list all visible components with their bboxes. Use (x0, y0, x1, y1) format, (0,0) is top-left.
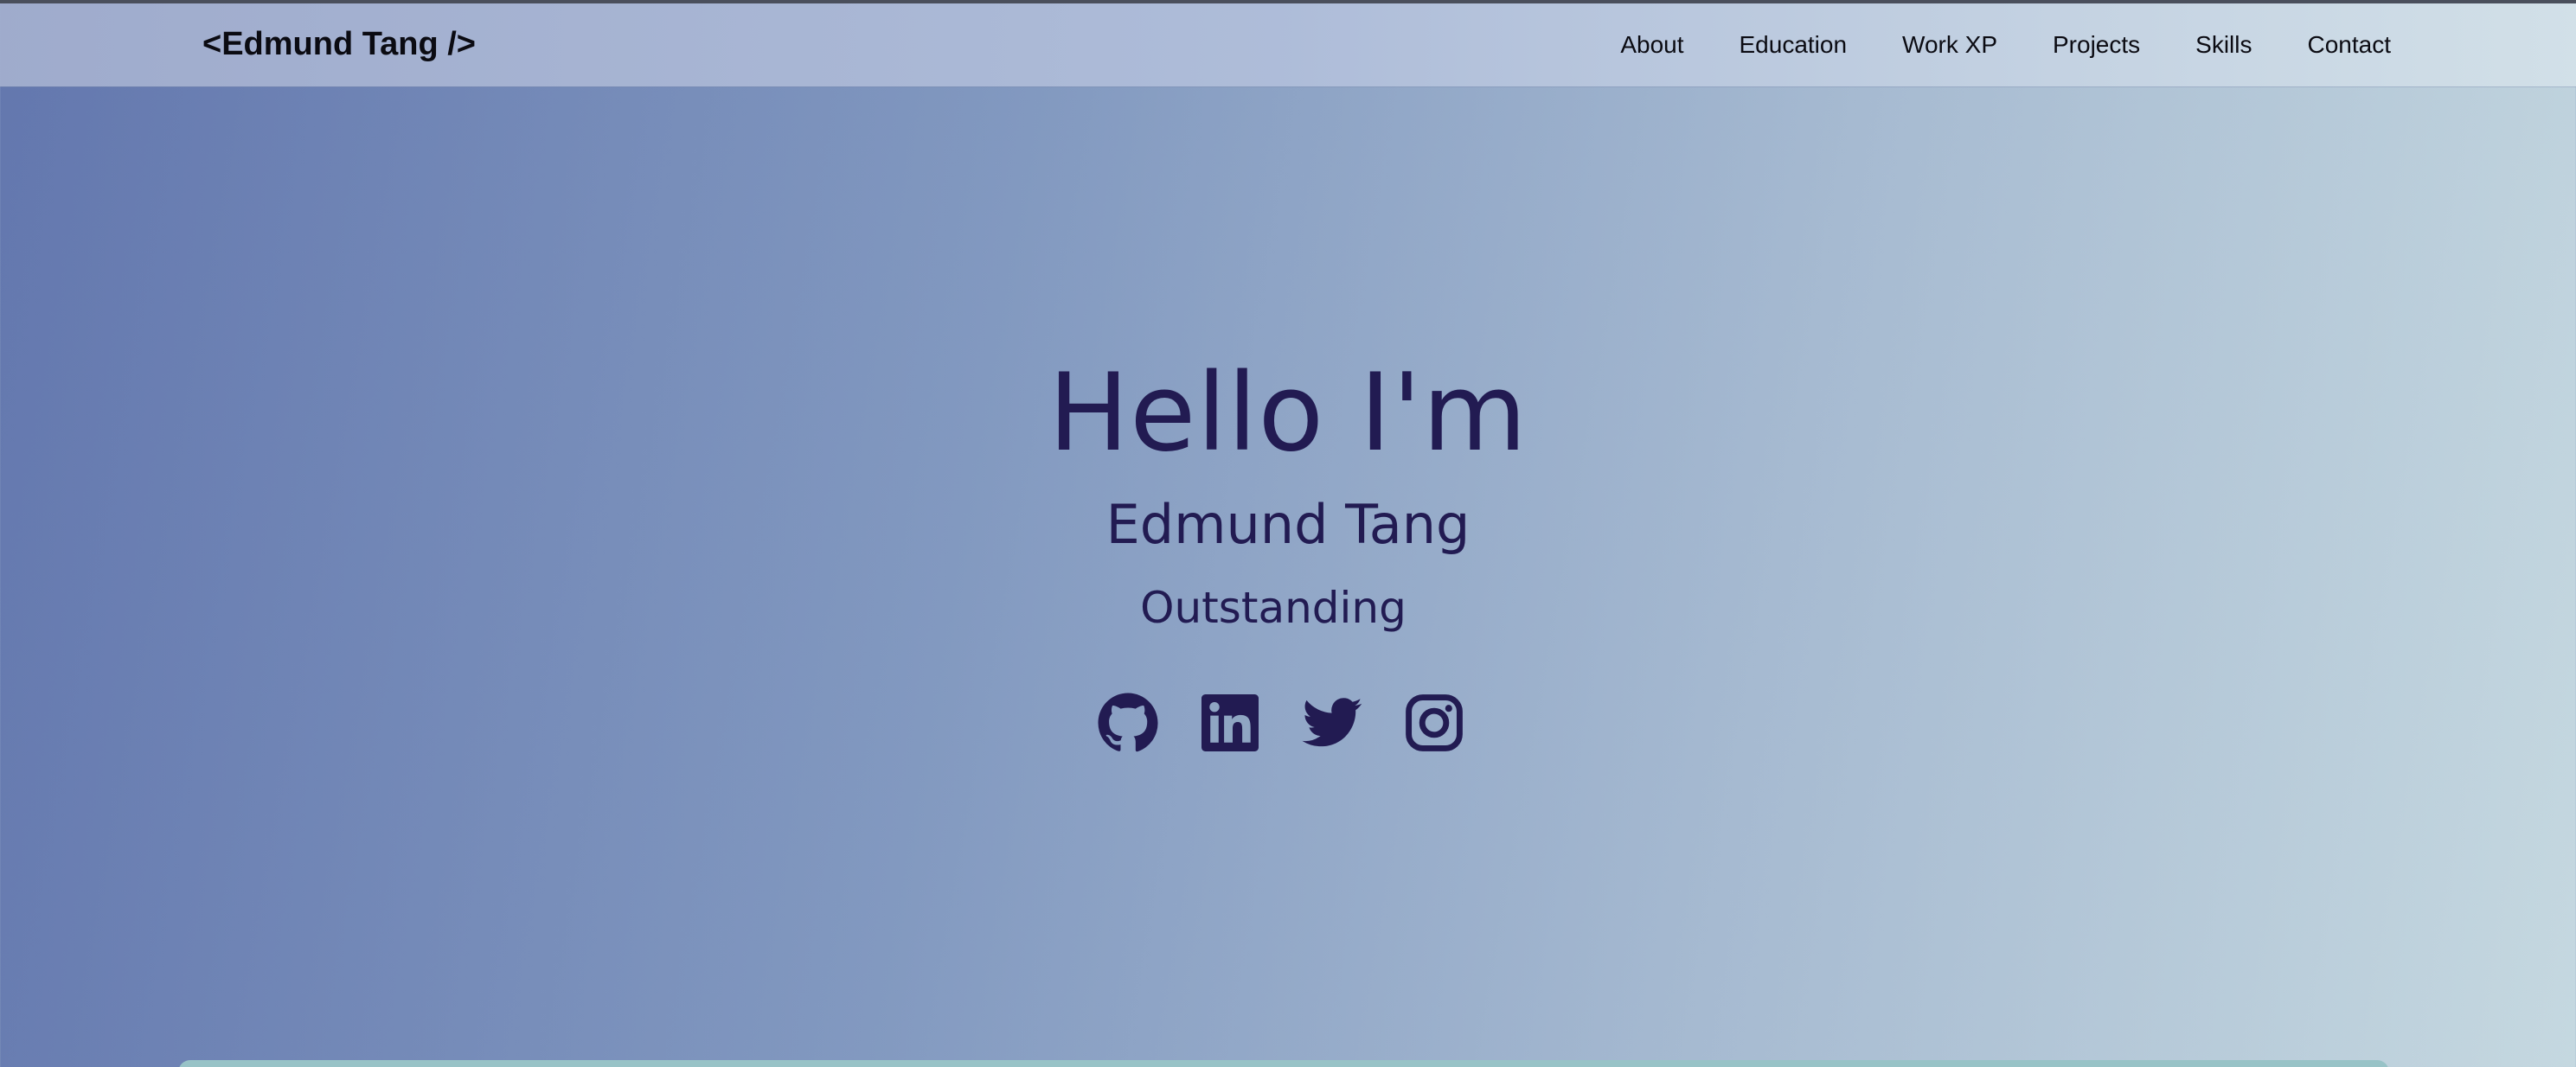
nav-links: About Education Work XP Projects Skills … (1620, 31, 2391, 59)
nav-link-education[interactable]: Education (1740, 31, 1848, 59)
instagram-link[interactable] (1403, 692, 1465, 754)
hero-tagline: Outstanding (1140, 583, 1407, 633)
hero-section: Hello I'm Edmund Tang Outstanding (0, 86, 2576, 1046)
twitter-icon (1302, 698, 1362, 747)
navbar: <Edmund Tang /> About Education Work XP … (0, 3, 2576, 86)
linkedin-link[interactable] (1199, 692, 1261, 754)
hero-name: Edmund Tang (1105, 493, 1471, 556)
nav-link-projects[interactable]: Projects (2053, 31, 2140, 59)
hero-greeting: Hello I'm (1048, 351, 1528, 476)
twitter-link[interactable] (1301, 692, 1363, 754)
nav-link-work-xp[interactable]: Work XP (1902, 31, 1997, 59)
instagram-icon (1406, 694, 1463, 751)
linkedin-icon (1201, 694, 1259, 751)
nav-link-skills[interactable]: Skills (2195, 31, 2252, 59)
nav-link-about[interactable]: About (1620, 31, 1683, 59)
social-links (1097, 692, 1465, 754)
nav-link-contact[interactable]: Contact (2308, 31, 2392, 59)
next-section-card (178, 1060, 2389, 1067)
github-icon (1098, 693, 1158, 752)
github-link[interactable] (1097, 692, 1159, 754)
site-logo[interactable]: <Edmund Tang /> (202, 26, 476, 63)
